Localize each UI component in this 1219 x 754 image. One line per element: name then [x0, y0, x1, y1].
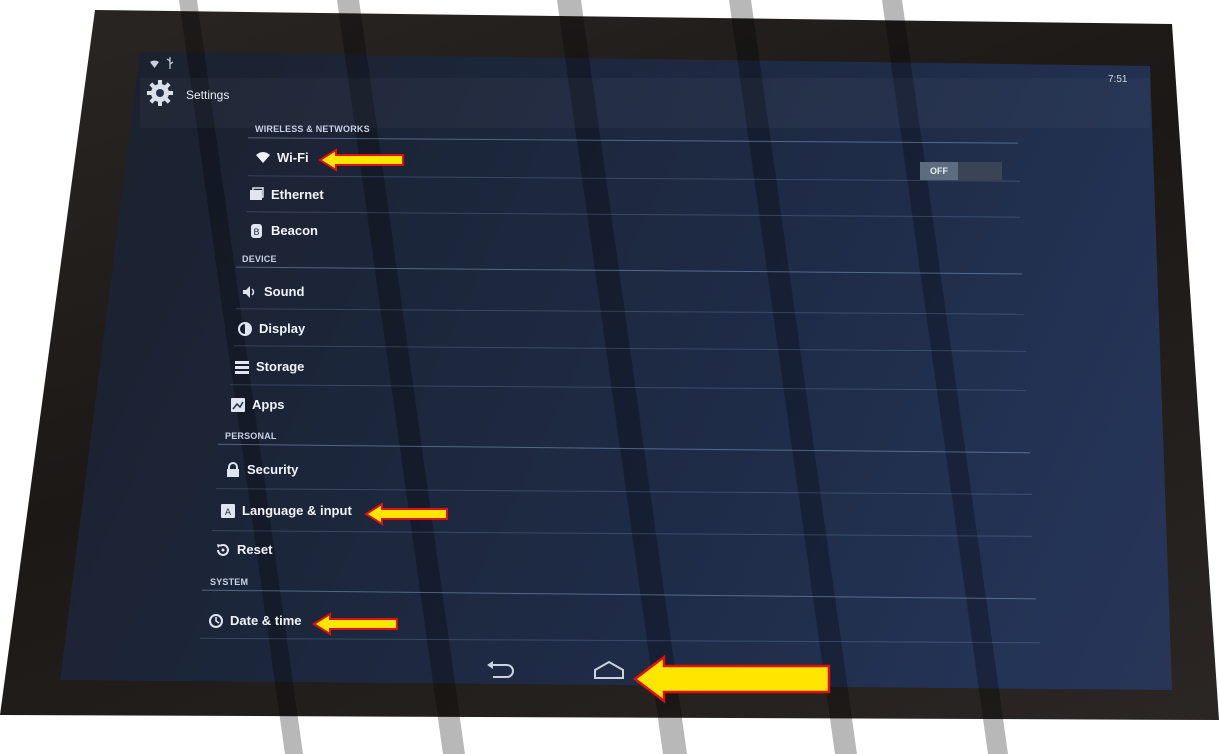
settings-item-label: Storage: [256, 359, 305, 374]
settings-item-label: Apps: [252, 397, 285, 412]
keyboard-icon: A: [221, 504, 235, 518]
svg-text:A: A: [225, 508, 232, 518]
settings-item-label: Reset: [237, 542, 273, 557]
wifi-icon: [150, 60, 159, 68]
settings-item-label: Date & time: [230, 613, 302, 628]
settings-item-reset[interactable]: Reset: [215, 540, 915, 566]
settings-item-storage[interactable]: Storage: [234, 357, 934, 383]
apps-icon: [231, 398, 245, 412]
settings-item-label: Security: [247, 462, 299, 477]
settings-item-label: Wi-Fi: [277, 150, 309, 165]
settings-item-sound[interactable]: Sound: [242, 282, 942, 308]
speaker-icon: [243, 286, 255, 298]
settings-item-label: Display: [259, 321, 306, 336]
svg-text:B: B: [253, 228, 259, 238]
action-bar: [140, 78, 1150, 128]
ethernet-icon: [250, 187, 264, 200]
section-header-system: SYSTEM: [210, 577, 249, 587]
annotation-arrow-home: [632, 654, 831, 704]
toggle-state: OFF: [920, 162, 958, 180]
page-title: Settings: [186, 88, 230, 102]
beacon-icon: B: [251, 224, 262, 238]
settings-item-label: Ethernet: [271, 187, 324, 202]
settings-item-label: Language & input: [242, 503, 352, 518]
settings-item-apps[interactable]: Apps: [230, 395, 930, 421]
settings-item-ethernet[interactable]: Ethernet: [249, 185, 949, 211]
annotation-arrow-date-time: [312, 612, 398, 636]
settings-item-beacon[interactable]: B Beacon: [249, 221, 949, 247]
settings-item-security[interactable]: Security: [225, 460, 925, 486]
reset-icon: [217, 544, 229, 556]
annotation-arrow-language-input: [364, 502, 448, 526]
lock-icon: [227, 462, 239, 477]
clock-icon: [209, 614, 223, 628]
annotation-arrow-wifi: [318, 148, 404, 172]
storage-icon: [235, 361, 249, 374]
section-header-wireless: WIRELESS & NETWORKS: [255, 124, 370, 134]
settings-item-label: Sound: [264, 284, 305, 299]
settings-item-display[interactable]: Display: [237, 319, 937, 345]
wifi-toggle[interactable]: OFF: [920, 162, 1002, 180]
display-icon: [238, 322, 252, 336]
navigation-bar: [60, 640, 1170, 690]
section-header-device: DEVICE: [242, 254, 277, 264]
settings-item-label: Beacon: [271, 223, 318, 238]
settings-item-language-input[interactable]: A Language & input: [220, 501, 920, 527]
wifi-icon: [256, 152, 270, 163]
gear-icon[interactable]: [145, 78, 175, 108]
section-header-personal: PERSONAL: [225, 431, 277, 441]
usb-icon: [166, 57, 174, 69]
home-icon[interactable]: [592, 660, 626, 680]
back-icon[interactable]: [485, 660, 515, 680]
